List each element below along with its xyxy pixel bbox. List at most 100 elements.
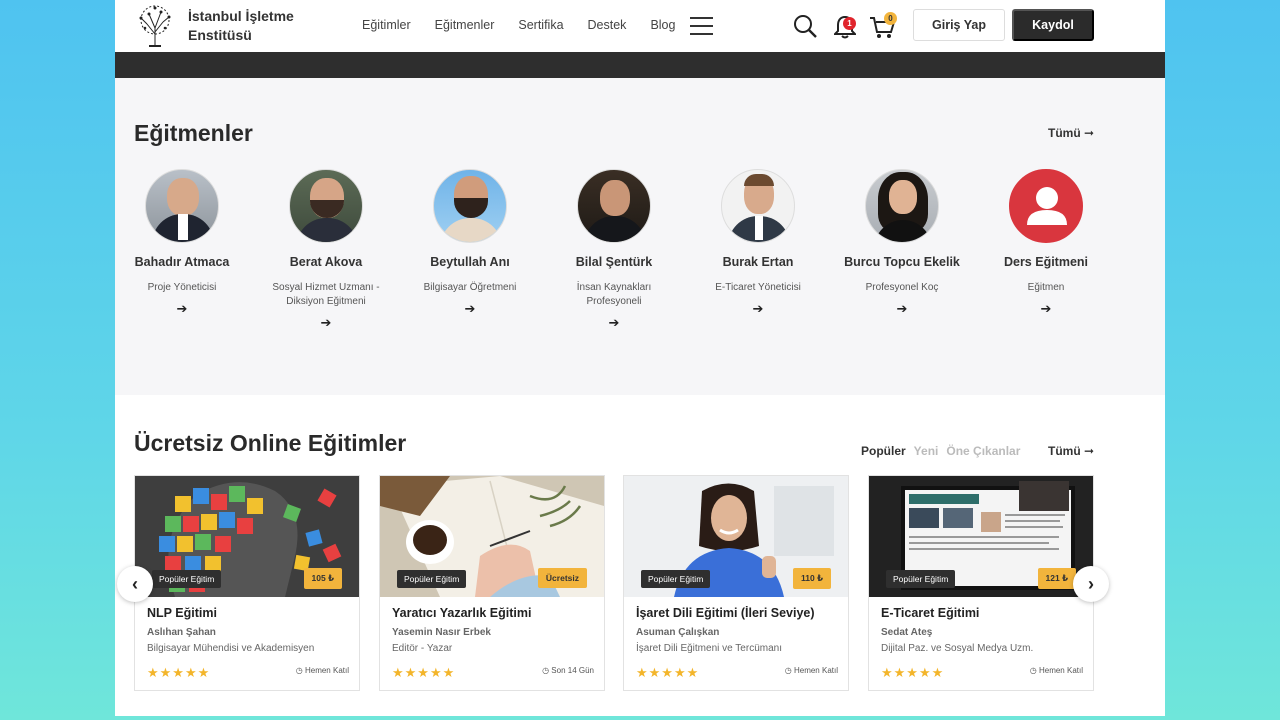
instructor-name: Berat Akova [289,255,363,269]
avatar [145,169,219,243]
rating-stars: ★★★★★ [881,665,945,680]
avatar [1009,169,1083,243]
carousel-next-button[interactable]: › [1073,566,1109,602]
instructor-role: Bilgisayar Öğretmeni [423,282,517,293]
course-author-role: Bilgisayar Mühendisi ve Akademisyen [147,643,315,654]
price-tag: 110 ₺ [793,568,831,589]
course-meta-text: Hemen Katıl [1038,666,1083,675]
instructor-name: Bahadır Atmaca [134,255,230,269]
avatar [289,169,363,243]
popular-tag: Popüler Eğitim [641,570,711,588]
nav-item-destek[interactable]: Destek [588,18,627,32]
course-meta-text: Hemen Katıl [304,666,349,675]
instructor-name: Burcu Topcu Ekelik [844,255,960,269]
hero-slider-bottom [115,52,1165,78]
search-icon[interactable] [793,14,817,38]
courses-title: Ücretsiz Online Eğitimler [134,430,407,456]
rating-stars: ★★★★★ [392,665,456,680]
nav-item-egitimler[interactable]: Eğitimler [362,18,411,32]
course-author-role: Editör - Yazar [392,643,453,654]
nav-item-blog[interactable]: Blog [650,18,675,32]
login-button[interactable]: Giriş Yap [913,9,1005,41]
instructor-card[interactable]: Berat Akova Sosyal Hizmet Uzmanı - Diksi… [259,169,393,331]
instructor-card[interactable]: Burcu Topcu Ekelik Profesyonel Koç ➔ [835,169,969,317]
course-author: Yasemin Nasır Erbek [392,627,491,638]
arrow-right-icon[interactable]: ➔ [403,301,537,317]
menu-icon[interactable] [690,17,713,35]
page: İstanbul İşletme Enstitüsü Eğitimler Eği… [115,0,1165,716]
course-title[interactable]: Yaratıcı Yazarlık Eğitimi [392,606,531,620]
course-meta: ◷ Son 14 Gün [542,666,594,675]
instructor-card[interactable]: Beytullah Anı Bilgisayar Öğretmeni ➔ [403,169,537,317]
arrow-right-icon[interactable]: ➔ [115,301,249,317]
popular-tag: Popüler Eğitim [886,570,956,588]
instructors-all-link[interactable]: Tümü ➞ [1048,126,1094,140]
instructor-card[interactable]: Burak Ertan E-Ticaret Yöneticisi ➔ [691,169,825,317]
course-image: Popüler Eğitim Ücretsiz [380,476,604,597]
course-author: Sedat Ateş [881,627,933,638]
avatar [433,169,507,243]
tab-one-cikanlar[interactable]: Öne Çıkanlar [946,444,1020,458]
course-author: Asuman Çalışkan [636,627,720,638]
courses-all-link[interactable]: Tümü ➞ [1048,444,1094,458]
instructors-section: Eğitmenler Tümü ➞ Bahadır Atmaca Proje Y… [115,78,1165,395]
chevron-right-icon: › [1088,573,1094,594]
nav-item-egitmenler[interactable]: Eğitmenler [435,18,495,32]
course-image: Popüler Eğitim 110 ₺ [624,476,848,597]
arrow-right-icon[interactable]: ➔ [691,301,825,317]
popular-tag: Popüler Eğitim [397,570,467,588]
clock-icon: ◷ [784,666,792,675]
course-image: Popüler Eğitim 105 ₺ [135,476,359,597]
rating-stars: ★★★★★ [636,665,700,680]
instructor-card[interactable]: Ders Eğitmeni Eğitmen ➔ [979,169,1113,317]
tab-populer[interactable]: Popüler [861,444,906,458]
avatar [577,169,651,243]
course-meta-text: Son 14 Gün [551,666,594,675]
instructor-name: Burak Ertan [722,255,794,269]
course-meta: ◷ Hemen Katıl [785,666,838,675]
site-header: İstanbul İşletme Enstitüsü Eğitimler Eği… [115,0,1165,52]
user-placeholder-icon [1027,187,1067,225]
course-card[interactable]: Popüler Eğitim Ücretsiz Yaratıcı Yazarlı… [379,475,605,691]
arrow-right-icon[interactable]: ➔ [835,301,969,317]
cart-badge: 0 [884,12,897,25]
instructor-role: E-Ticaret Yöneticisi [715,282,801,293]
carousel-prev-button[interactable]: ‹ [117,566,153,602]
rating-stars: ★★★★★ [147,665,211,680]
instructor-role: İnsan Kaynakları Profesyoneli [576,282,652,307]
instructor-role: Eğitmen [1027,282,1065,293]
price-tag: 121 ₺ [1037,568,1076,589]
course-title[interactable]: NLP Eğitimi [147,606,217,620]
popular-tag: Popüler Eğitim [152,570,222,588]
instructor-card[interactable]: Bahadır Atmaca Proje Yöneticisi ➔ [115,169,249,317]
nav-item-sertifika[interactable]: Sertifika [518,18,563,32]
arrow-right-icon[interactable]: ➔ [259,315,393,331]
course-card[interactable]: Popüler Eğitim 110 ₺ İşaret Dili Eğitimi… [623,475,849,691]
notification-badge: 1 [843,17,856,30]
arrow-right-icon[interactable]: ➔ [979,301,1113,317]
price-tag: 105 ₺ [303,568,342,589]
register-button[interactable]: Kaydol [1012,9,1094,41]
course-image: Popüler Eğitim 121 ₺ [869,476,1093,597]
chevron-left-icon: ‹ [132,573,138,594]
course-card[interactable]: Popüler Eğitim 105 ₺ NLP Eğitimi Aslıhan… [134,475,360,691]
clock-icon: ◷ [542,666,550,675]
clock-icon: ◷ [295,666,303,675]
course-meta: ◷ Hemen Katıl [1030,666,1083,675]
brand-name[interactable]: İstanbul İşletme Enstitüsü [188,7,294,45]
instructor-name: Beytullah Anı [430,255,510,269]
cart-button[interactable]: 0 [869,12,899,42]
course-meta-text: Hemen Katıl [793,666,838,675]
tab-yeni[interactable]: Yeni [914,444,939,458]
avatar [865,169,939,243]
notifications-button[interactable]: 1 [832,15,858,41]
instructor-role: Sosyal Hizmet Uzmanı - Diksiyon Eğitmeni [272,282,380,307]
course-card[interactable]: Popüler Eğitim 121 ₺ E-Ticaret Eğitimi S… [868,475,1094,691]
instructor-name: Bilal Şentürk [575,255,653,269]
course-title[interactable]: İşaret Dili Eğitimi (İleri Seviye) [636,606,815,620]
instructor-card[interactable]: Bilal Şentürk İnsan Kaynakları Profesyon… [547,169,681,331]
instructor-role: Profesyonel Koç [865,282,939,293]
course-title[interactable]: E-Ticaret Eğitimi [881,606,979,620]
tree-logo-icon[interactable] [135,4,175,48]
arrow-right-icon[interactable]: ➔ [547,315,681,331]
